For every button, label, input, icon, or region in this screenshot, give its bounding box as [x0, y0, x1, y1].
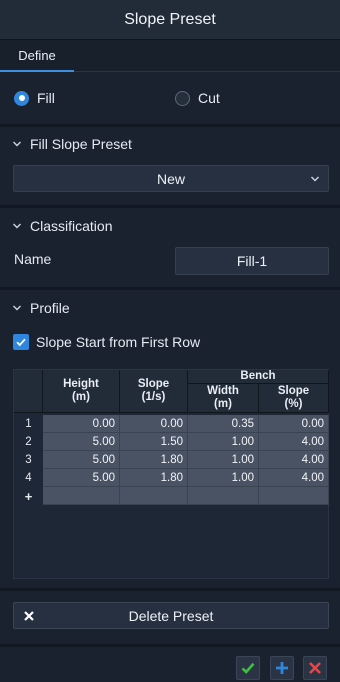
- cell-slope[interactable]: 0.00: [120, 415, 188, 433]
- cut-radio-label: Cut: [198, 90, 220, 106]
- divider: [0, 287, 340, 290]
- new-cell-height[interactable]: [43, 487, 120, 505]
- cell-bench-slope[interactable]: 0.00: [259, 415, 329, 433]
- profile-header[interactable]: Profile: [12, 300, 70, 316]
- cell-bench-slope[interactable]: 4.00: [259, 469, 329, 487]
- section-title: Profile: [30, 300, 70, 316]
- cell-bench-slope[interactable]: 4.00: [259, 433, 329, 451]
- col-header-bench: Bench: [188, 370, 329, 384]
- tab-bar: Define: [0, 40, 340, 72]
- section-title: Classification: [30, 218, 113, 234]
- col-header-bench-width[interactable]: Width (m): [188, 384, 259, 413]
- check-icon: [241, 662, 255, 674]
- cell-bench-slope[interactable]: 4.00: [259, 451, 329, 469]
- check-icon: [16, 338, 26, 347]
- footer-bar: [0, 644, 340, 682]
- cancel-button[interactable]: [303, 656, 327, 680]
- profile-grid: Height (m) Slope (1/s) Bench Width (m) S…: [13, 369, 329, 579]
- ok-button[interactable]: [236, 656, 260, 680]
- close-icon: [24, 611, 34, 621]
- col-header-height[interactable]: Height (m): [43, 370, 120, 413]
- row-number: 2: [14, 433, 43, 451]
- row-number: 3: [14, 451, 43, 469]
- classification-header[interactable]: Classification: [12, 218, 112, 234]
- add-button[interactable]: [270, 656, 294, 680]
- col-header-slope[interactable]: Slope (1/s): [120, 370, 188, 413]
- checkbox-indicator[interactable]: [13, 334, 29, 350]
- slope-start-label: Slope Start from First Row: [36, 334, 201, 350]
- slope-start-checkbox[interactable]: Slope Start from First Row: [13, 334, 200, 350]
- plus-icon: [276, 662, 288, 674]
- cut-radio[interactable]: Cut: [175, 90, 220, 106]
- cell-slope[interactable]: 1.80: [120, 469, 188, 487]
- cell-bench-width[interactable]: 1.00: [188, 469, 259, 487]
- cell-height[interactable]: 5.00: [43, 433, 120, 451]
- tab-define[interactable]: Define: [0, 40, 74, 72]
- new-cell-slope[interactable]: [120, 487, 188, 505]
- divider: [0, 588, 340, 591]
- cell-height[interactable]: 5.00: [43, 451, 120, 469]
- radio-indicator[interactable]: [14, 90, 29, 106]
- chevron-down-icon: [13, 223, 21, 229]
- name-label: Name: [14, 251, 52, 267]
- row-number: 1: [14, 415, 43, 433]
- chevron-down-icon: [13, 141, 21, 147]
- fill-slope-preset-header[interactable]: Fill Slope Preset: [12, 136, 132, 152]
- chevron-down-icon: [13, 305, 21, 311]
- mode-section: Fill Cut: [0, 74, 340, 124]
- col-header-bench-slope[interactable]: Slope (%): [259, 384, 329, 413]
- fill-radio[interactable]: Fill: [14, 90, 55, 106]
- preset-dropdown-value: New: [156, 170, 185, 187]
- section-title: Fill Slope Preset: [30, 136, 132, 152]
- name-field[interactable]: Fill-1: [175, 247, 329, 275]
- new-cell-bench-width[interactable]: [188, 487, 259, 505]
- row-number: 4: [14, 469, 43, 487]
- close-icon: [309, 662, 321, 674]
- cell-slope[interactable]: 1.80: [120, 451, 188, 469]
- chevron-down-icon: [311, 176, 319, 182]
- delete-preset-label: Delete Preset: [128, 607, 214, 624]
- window-title: Slope Preset: [124, 10, 216, 28]
- divider: [0, 205, 340, 208]
- cell-bench-width[interactable]: 1.00: [188, 433, 259, 451]
- new-cell-bench-slope[interactable]: [259, 487, 329, 505]
- cell-height[interactable]: 0.00: [43, 415, 120, 433]
- title-bar: Slope Preset: [0, 0, 340, 40]
- radio-indicator[interactable]: [175, 90, 190, 106]
- add-row-marker[interactable]: +: [14, 487, 43, 505]
- fill-radio-label: Fill: [37, 90, 55, 106]
- delete-preset-button[interactable]: Delete Preset: [13, 602, 329, 629]
- grid-corner: [14, 370, 43, 413]
- cell-slope[interactable]: 1.50: [120, 433, 188, 451]
- preset-dropdown[interactable]: New: [13, 165, 329, 192]
- cell-bench-width[interactable]: 1.00: [188, 451, 259, 469]
- cell-height[interactable]: 5.00: [43, 469, 120, 487]
- cell-bench-width[interactable]: 0.35: [188, 415, 259, 433]
- divider: [0, 124, 340, 127]
